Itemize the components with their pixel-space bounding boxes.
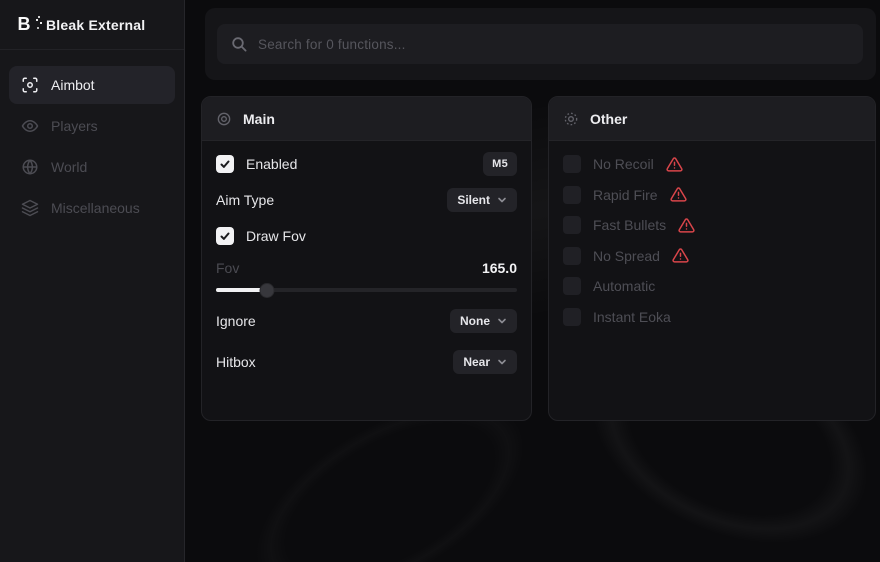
ignore-label: Ignore [216,313,256,329]
fov-row: Fov 165.0 [216,257,517,279]
automatic-checkbox[interactable] [563,277,581,295]
search-icon [231,36,247,52]
other-row-instant-eoka: Instant Eoka [563,306,861,328]
sidebar-item-label: Players [51,118,98,134]
other-panel: Other No Recoil Rapid Fire Fast Bullets … [548,96,876,421]
rapid-fire-label: Rapid Fire [593,187,658,203]
fov-label: Fov [216,260,239,276]
fov-slider-handle[interactable] [261,284,274,297]
sidebar-item-world[interactable]: World [9,148,175,186]
fov-value: 165.0 [482,260,517,276]
eye-icon [21,117,39,135]
enabled-keybind-button[interactable]: M5 [483,152,517,176]
fov-slider-fill [216,288,267,292]
layers-icon [21,199,39,217]
hitbox-label: Hitbox [216,354,256,370]
other-row-rapid-fire: Rapid Fire [563,184,861,206]
ignore-dropdown[interactable]: None [450,309,517,333]
main-panel-header: Main [202,97,531,141]
draw-fov-label: Draw Fov [246,228,306,244]
enabled-checkbox[interactable] [216,155,234,173]
other-panel-header: Other [549,97,875,141]
crosshair-scan-icon [21,76,39,94]
other-row-no-spread: No Spread [563,245,861,267]
no-spread-label: No Spread [593,248,660,264]
main-panel-body: Enabled M5 Aim Type Silent Draw Fov Fov … [202,141,531,374]
sidebar-item-label: Miscellaneous [51,200,140,216]
fast-bullets-label: Fast Bullets [593,217,666,233]
draw-fov-checkbox[interactable] [216,227,234,245]
search-box[interactable] [217,24,863,64]
aim-type-dropdown[interactable]: Silent [447,188,517,212]
hitbox-value: Near [463,355,490,369]
automatic-label: Automatic [593,278,655,294]
other-row-automatic: Automatic [563,275,861,297]
sidebar-item-aimbot[interactable]: Aimbot [9,66,175,104]
enabled-row: Enabled M5 [216,153,517,175]
logo-glitch-dots [36,19,38,21]
brand-logo-icon: B [13,14,35,36]
no-spread-checkbox[interactable] [563,247,581,265]
top-bar [205,8,876,80]
ignore-row: Ignore None [216,309,517,333]
sidebar-item-label: Aimbot [51,77,95,93]
other-row-no-recoil: No Recoil [563,153,861,175]
globe-icon [21,158,39,176]
warning-triangle-icon [670,186,687,203]
hitbox-dropdown[interactable]: Near [453,350,517,374]
aim-type-row: Aim Type Silent [216,188,517,212]
fast-bullets-checkbox[interactable] [563,216,581,234]
other-row-fast-bullets: Fast Bullets [563,214,861,236]
rapid-fire-checkbox[interactable] [563,186,581,204]
enabled-label: Enabled [246,156,297,172]
draw-fov-row: Draw Fov [216,225,517,247]
search-input[interactable] [258,37,849,52]
no-recoil-checkbox[interactable] [563,155,581,173]
warning-triangle-icon [672,247,689,264]
brand-name: Bleak External [46,17,145,33]
panel-title: Other [590,111,627,127]
warning-triangle-icon [678,217,695,234]
instant-eoka-checkbox[interactable] [563,308,581,326]
sidebar-item-miscellaneous[interactable]: Miscellaneous [9,189,175,227]
warning-triangle-icon [666,156,683,173]
ignore-value: None [460,314,490,328]
no-recoil-label: No Recoil [593,156,654,172]
instant-eoka-label: Instant Eoka [593,309,671,325]
sidebar: B Bleak External Aimbot Players World [0,0,185,562]
check-icon [219,158,231,170]
panel-title: Main [243,111,275,127]
main-panel: Main Enabled M5 Aim Type Silent [201,96,532,421]
check-icon [219,230,231,242]
gear-icon [563,111,579,127]
fov-slider[interactable] [216,283,517,297]
aim-type-label: Aim Type [216,192,274,208]
aim-type-value: Silent [457,193,490,207]
sidebar-item-players[interactable]: Players [9,107,175,145]
chevron-down-icon [497,316,507,326]
chevron-down-icon [497,195,507,205]
other-panel-body: No Recoil Rapid Fire Fast Bullets No Spr… [549,141,875,328]
hitbox-row: Hitbox Near [216,350,517,374]
logo-letter: B [18,14,31,35]
target-icon [216,111,232,127]
sidebar-item-label: World [51,159,87,175]
sidebar-nav: Aimbot Players World Miscellaneous [0,50,184,243]
chevron-down-icon [497,357,507,367]
brand-header: B Bleak External [0,0,184,50]
